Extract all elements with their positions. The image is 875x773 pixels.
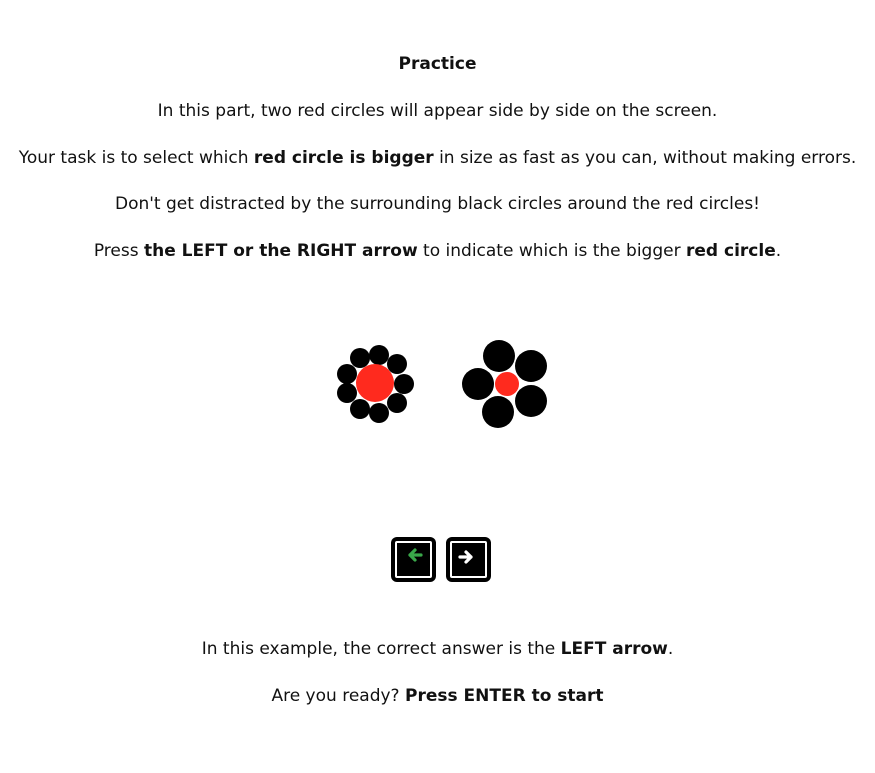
right-inducer-circle bbox=[462, 368, 494, 400]
right-stimulus bbox=[462, 340, 547, 428]
left-stimulus bbox=[337, 345, 414, 423]
left-inducer-circle bbox=[369, 403, 389, 423]
left-inducer-circle bbox=[387, 393, 407, 413]
ready-before: Are you ready? bbox=[271, 686, 405, 706]
ready-text: Are you ready? Press ENTER to start bbox=[0, 685, 875, 707]
right-arrow-key-face bbox=[450, 541, 487, 578]
example-after: . bbox=[667, 639, 674, 659]
ready-bold: Press ENTER to start bbox=[404, 686, 604, 706]
left-inducer-circle bbox=[350, 348, 370, 368]
left-arrow-key bbox=[391, 537, 436, 582]
right-inducer-circle bbox=[515, 350, 547, 382]
left-target-circle bbox=[356, 364, 394, 402]
left-arrow-key-face bbox=[395, 541, 432, 578]
right-inducer-circle bbox=[483, 340, 515, 372]
example-text: In this example, the correct answer is t… bbox=[0, 638, 875, 660]
left-inducer-circle bbox=[337, 383, 357, 403]
left-inducer-circle bbox=[387, 354, 407, 374]
right-inducer-circle bbox=[515, 385, 547, 417]
left-inducer-circle bbox=[394, 374, 414, 394]
left-inducer-circle bbox=[369, 345, 389, 365]
left-arrow-icon bbox=[408, 548, 423, 562]
right-target-circle bbox=[495, 372, 519, 396]
example-before: In this example, the correct answer is t… bbox=[201, 639, 561, 659]
right-arrow-key bbox=[446, 537, 491, 582]
right-arrow-icon bbox=[458, 550, 473, 564]
right-inducer-circle bbox=[482, 396, 514, 428]
left-inducer-circle bbox=[350, 399, 370, 419]
left-inducer-circle bbox=[337, 364, 357, 384]
example-bold: LEFT arrow bbox=[560, 639, 668, 659]
